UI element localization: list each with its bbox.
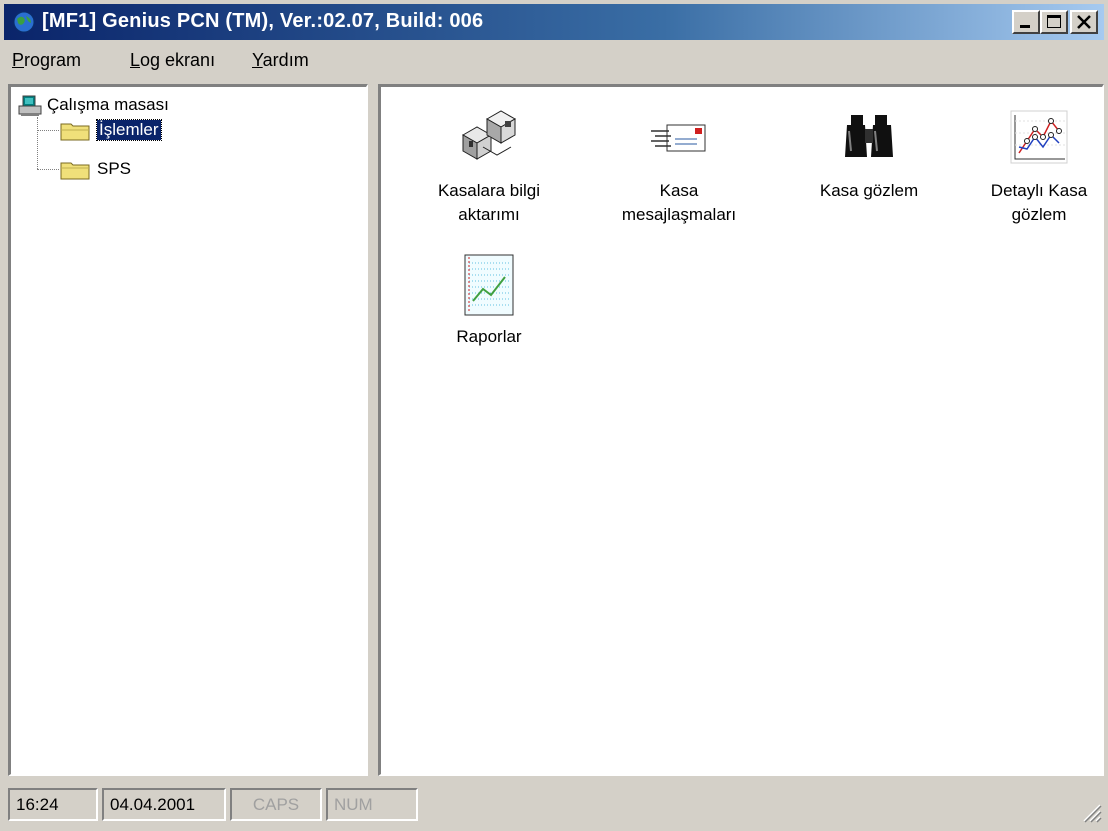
minimize-icon [1020,25,1030,28]
title-bar[interactable]: [MF1] Genius PCN (TM), Ver.:02.07, Build… [4,4,1104,40]
line-graph-icon [1010,110,1068,164]
tree-label: İşlemler [96,119,162,141]
main-window: [MF1] Genius PCN (TM), Ver.:02.07, Build… [0,0,1108,831]
menu-bar: Program Log ekranı Yardım [4,44,1104,78]
tree-item-sps[interactable]: SPS [59,157,319,183]
icon-label: Detaylı Kasa gözlem [990,181,1088,224]
binoculars-icon [845,115,893,157]
report-chart-icon [464,254,514,316]
detayli-kasa-gozlem-item[interactable]: Detaylı Kasa gözlem [969,107,1108,237]
status-caps: CAPS [230,788,322,821]
icon-panel[interactable]: Kasalara bilgi aktarımı Kasa mesajlaşmal… [378,84,1104,776]
icon-label: Kasalara bilgi aktarımı [437,181,541,224]
status-date: 04.04.2001 [102,788,226,821]
menu-yardim[interactable]: Yardım [252,50,309,71]
icon-label: Kasa mesajlaşmaları [621,181,737,224]
tree-connector [37,130,59,131]
kasalara-bilgi-aktarimi-item[interactable]: Kasalara bilgi aktarımı [399,107,579,237]
globe-icon [13,11,35,33]
icon-label: Raporlar [456,327,522,346]
tree-item-islemler[interactable]: İşlemler [59,118,319,144]
menu-program[interactable]: Program [12,50,81,71]
icon-label: Kasa gözlem [819,181,919,200]
computers-transfer-icon [461,110,517,160]
tree-label: SPS [97,159,132,178]
tree-item-calisma-masasi[interactable]: Çalışma masası [17,93,317,119]
maximize-icon [1047,15,1061,28]
folder-icon [60,162,90,180]
open-folder-icon [60,123,90,141]
status-num: NUM [326,788,418,821]
minimize-button[interactable] [1012,10,1040,34]
resize-grip-icon[interactable] [1080,801,1102,823]
raporlar-item[interactable]: Raporlar [399,253,579,363]
kasa-mesajlasmalari-item[interactable]: Kasa mesajlaşmaları [589,107,769,237]
tree-connector [37,169,59,170]
close-icon [1077,15,1091,29]
kasa-gozlem-item[interactable]: Kasa gözlem [779,107,959,237]
tree-connector [37,117,38,169]
desktop-icon [18,95,42,116]
maximize-button[interactable] [1040,10,1068,34]
tree-panel[interactable]: Çalışma masası İşlemler SPS [8,84,368,776]
window-title: [MF1] Genius PCN (TM), Ver.:02.07, Build… [42,10,484,32]
envelope-message-icon [651,124,706,152]
status-bar: 16:24 04.04.2001 CAPS NUM [4,782,1104,827]
menu-log-ekrani[interactable]: Log ekranı [130,50,215,71]
status-time: 16:24 [8,788,98,821]
tree-label: Çalışma masası [47,95,169,114]
close-button[interactable] [1070,10,1098,34]
